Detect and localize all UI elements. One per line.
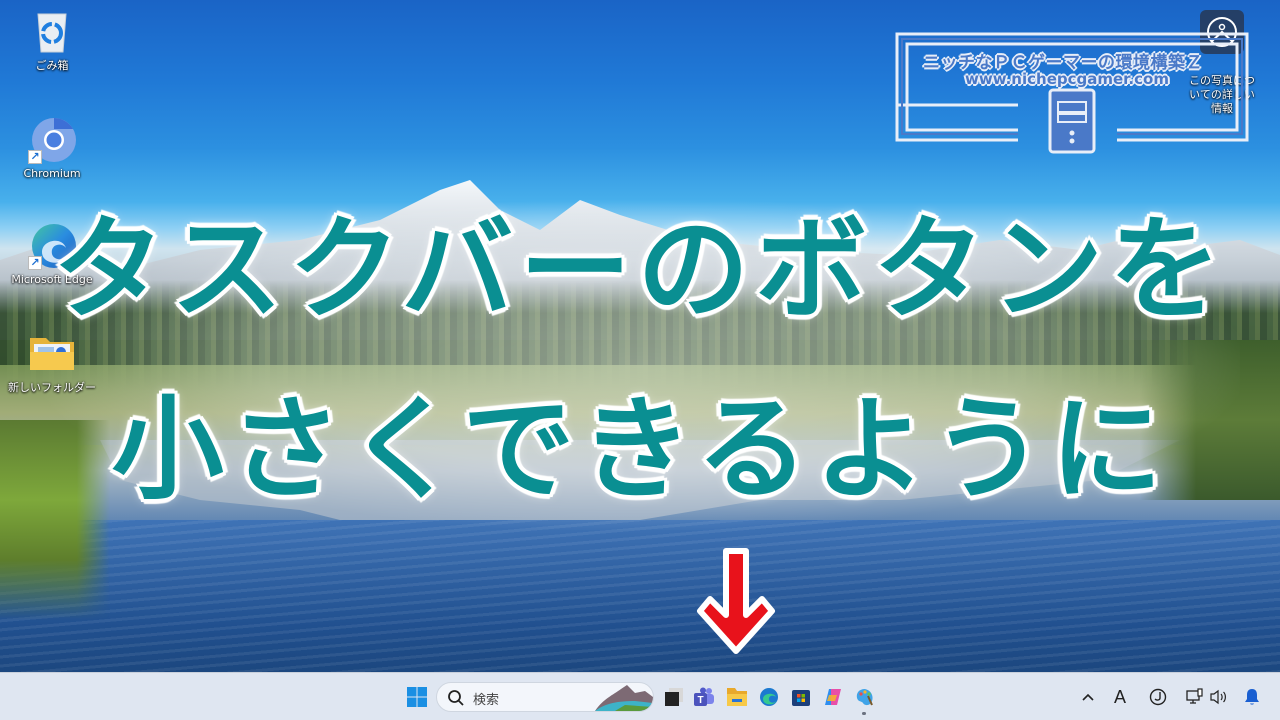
store-icon: [792, 690, 810, 706]
edge-icon: [760, 688, 778, 706]
down-arrow-icon: [697, 548, 775, 654]
taskbar-app-teams[interactable]: T: [688, 681, 720, 713]
file-explorer-icon: [727, 688, 747, 706]
desktop-icon-label: ごみ箱: [35, 59, 69, 72]
taskbar-search-box[interactable]: 検索: [436, 682, 654, 712]
taskbar-app-task-view[interactable]: [658, 681, 690, 713]
taskbar-app-copilot[interactable]: [817, 681, 849, 713]
desktop-icon-label: Chromium: [23, 167, 81, 180]
taskbar-app-paint[interactable]: [849, 681, 881, 713]
tray-overflow-button[interactable]: [1078, 683, 1098, 711]
taskbar-app-edge[interactable]: [753, 681, 785, 713]
volume-icon: [1210, 689, 1226, 705]
search-icon: [448, 690, 464, 706]
search-highlight-icon: [595, 685, 653, 711]
clock-icon: [1149, 688, 1167, 706]
search-placeholder: 検索: [473, 693, 500, 708]
site-watermark: ニッチなＰＣゲーマーの環境構築Ｚ www.nichepcgamer.com: [893, 30, 1253, 155]
taskbar-app-microsoft-store[interactable]: [785, 681, 817, 713]
desktop-icon-recycle-bin[interactable]: ごみ箱: [8, 8, 96, 73]
network-icon: [1186, 688, 1203, 704]
watermark-url: www.nichepcgamer.com: [965, 70, 1169, 88]
tray-volume-button[interactable]: [1208, 683, 1230, 711]
recycle-bin-icon: [28, 8, 76, 56]
taskbar: 検索 T A: [0, 672, 1280, 720]
windows-start-icon: [407, 687, 427, 707]
headline-line-1: タスクバーのボタンを: [52, 205, 1228, 335]
taskbar-app-file-explorer[interactable]: [721, 681, 753, 713]
ime-indicator[interactable]: A: [1106, 683, 1134, 711]
paint-icon: [856, 689, 873, 706]
pc-tower-icon: [1048, 88, 1096, 154]
copilot-icon: [825, 689, 841, 705]
bell-icon: [1245, 689, 1259, 705]
chevron-up-icon: [1082, 693, 1094, 701]
chromium-icon: ↗: [28, 116, 76, 164]
task-view-icon: [665, 688, 683, 706]
running-indicator: [862, 712, 866, 715]
notification-center-button[interactable]: [1240, 683, 1264, 711]
svg-text:T: T: [697, 695, 703, 706]
lake-water: [0, 520, 1280, 672]
tray-clock-button[interactable]: [1144, 683, 1172, 711]
headline-line-2: 小さくできるように: [111, 385, 1169, 515]
teams-icon: T: [694, 687, 714, 706]
shortcut-arrow-icon: ↗: [28, 150, 42, 164]
start-button[interactable]: [401, 681, 433, 713]
desktop-icon-chromium[interactable]: ↗ Chromium: [8, 116, 96, 181]
tray-network-button[interactable]: [1184, 683, 1206, 711]
